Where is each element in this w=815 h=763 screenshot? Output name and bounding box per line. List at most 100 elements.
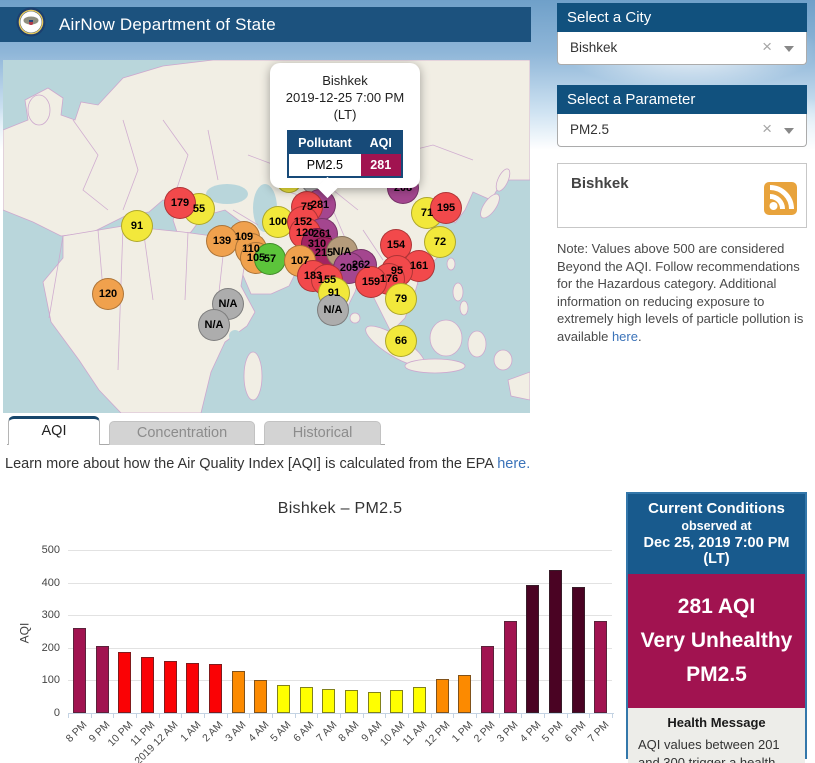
y-axis-title: AQI <box>17 623 31 644</box>
cc-health-header: Health Message <box>638 715 795 730</box>
chart-bar[interactable] <box>368 692 381 713</box>
x-axis-tick <box>159 714 160 718</box>
x-axis-tick <box>453 714 454 718</box>
map-marker-label: 154 <box>387 239 405 251</box>
map-marker-label: 75 <box>301 201 313 213</box>
grid-line <box>68 583 612 584</box>
cc-datetime: Dec 25, 2019 7:00 PM (LT) <box>630 535 803 567</box>
chart-bar[interactable] <box>458 675 471 713</box>
x-axis-tick <box>136 714 137 718</box>
chart-bar[interactable] <box>526 585 539 713</box>
chart-bar[interactable] <box>164 661 177 713</box>
popup-table: Pollutant AQI PM2.5 281 <box>287 130 403 178</box>
x-axis-tick <box>227 714 228 718</box>
map-marker-label: 66 <box>395 335 407 347</box>
x-axis-tick <box>385 714 386 718</box>
learn-more-here-link[interactable]: here. <box>497 456 530 472</box>
chart-bar[interactable] <box>186 663 199 713</box>
x-axis-tick <box>521 714 522 718</box>
parameter-panel-title: Select a Parameter <box>557 85 807 114</box>
parameter-caret-icon[interactable] <box>784 128 794 134</box>
cc-health-message: AQI values between 201 and 300 trigger a… <box>638 736 795 763</box>
y-axis-tick-label: 100 <box>20 674 60 686</box>
chart-bar[interactable] <box>436 679 449 713</box>
y-axis-tick-label: 0 <box>20 707 60 719</box>
note-period: . <box>638 329 642 344</box>
popup-pollutant-value: PM2.5 <box>288 154 360 177</box>
chart-bar[interactable] <box>322 689 335 713</box>
city-clear-icon[interactable]: × <box>762 37 772 57</box>
map-marker-label: 71 <box>421 207 433 219</box>
map-marker-label: N/A <box>324 304 343 316</box>
parameter-select-value: PM2.5 <box>570 122 609 137</box>
map-marker-label: 195 <box>437 202 455 214</box>
tab-concentration[interactable]: Concentration <box>109 421 255 445</box>
map-marker-label: N/A <box>333 246 352 258</box>
chart-bar[interactable] <box>572 587 585 713</box>
map-marker-label: 120 <box>99 288 117 300</box>
x-axis-tick <box>363 714 364 718</box>
chart-bar[interactable] <box>549 570 562 713</box>
y-axis-tick-label: 500 <box>20 544 60 556</box>
x-axis-tick <box>544 714 545 718</box>
x-axis-tick <box>567 714 568 718</box>
chart-bar[interactable] <box>345 690 358 713</box>
x-axis-tick <box>272 714 273 718</box>
tab-historical[interactable]: Historical <box>264 421 381 445</box>
chart-bar[interactable] <box>118 652 131 713</box>
popup-col-pollutant: Pollutant <box>288 131 360 154</box>
chart-bar[interactable] <box>277 685 290 713</box>
cc-health-block: Health Message AQI values between 201 an… <box>628 708 805 763</box>
beyond-aqi-note: Note: Values above 500 are considered Be… <box>557 240 809 345</box>
chart-bar[interactable] <box>594 621 607 713</box>
map-marker-label: 55 <box>193 203 205 215</box>
map-marker-label: 155 <box>318 274 336 286</box>
chart-bar[interactable] <box>413 687 426 713</box>
chart-bar[interactable] <box>504 621 517 713</box>
city-caret-icon[interactable] <box>784 46 794 52</box>
rss-icon[interactable] <box>764 182 797 220</box>
aqi-world-map[interactable]: 551799110010913911010557120N/AN/A2082817… <box>3 60 530 413</box>
cc-subtitle: observed at <box>630 519 803 533</box>
map-popup[interactable]: Bishkek 2019-12-25 7:00 PM (LT) Pollutan… <box>270 63 420 188</box>
chart-bar[interactable] <box>141 657 154 713</box>
rss-feed-box: Bishkek <box>557 163 807 228</box>
airnow-page: AirNow Department of State <box>0 0 815 763</box>
chart-bar[interactable] <box>390 690 403 713</box>
x-axis-tick <box>612 714 613 718</box>
current-conditions-panel: Current Conditions observed at Dec 25, 2… <box>626 492 807 759</box>
chart-bar[interactable] <box>254 680 267 713</box>
chart-bar[interactable] <box>73 628 86 713</box>
chart-bar[interactable] <box>232 671 245 713</box>
map-marker-label: 139 <box>213 235 231 247</box>
chart-bar[interactable] <box>209 664 222 713</box>
popup-datetime: 2019-12-25 7:00 PM (LT) <box>276 89 414 123</box>
parameter-select-dropdown[interactable]: PM2.5 × <box>557 114 807 147</box>
map-marker-label: 107 <box>291 255 309 267</box>
app-header: AirNow Department of State <box>0 7 531 42</box>
x-axis-tick <box>68 714 69 718</box>
map-marker-label: 57 <box>264 253 276 265</box>
current-conditions-header: Current Conditions observed at Dec 25, 2… <box>628 494 805 574</box>
map-marker-label: 79 <box>395 293 407 305</box>
x-axis-tick <box>295 714 296 718</box>
chart-title: Bishkek – PM2.5 <box>60 500 620 518</box>
chart-bar[interactable] <box>481 646 494 713</box>
note-here-link[interactable]: here <box>612 329 638 344</box>
map-marker-label: 91 <box>328 287 340 299</box>
tab-aqi[interactable]: AQI <box>8 416 100 445</box>
city-select-dropdown[interactable]: Bishkek × <box>557 32 807 65</box>
cc-aqi-category: Very Unhealthy <box>632 624 801 658</box>
cc-aqi-block: 281 AQI Very Unhealthy PM2.5 <box>628 574 805 708</box>
popup-col-aqi: AQI <box>361 131 402 154</box>
chart-bar[interactable] <box>300 687 313 713</box>
grid-line <box>68 550 612 551</box>
chart-bar[interactable] <box>96 646 109 713</box>
map-marker-label: 100 <box>269 216 287 228</box>
cc-aqi-parameter: PM2.5 <box>632 658 801 692</box>
map-marker-label: 109 <box>235 231 253 243</box>
map-marker-label: 281 <box>311 199 329 211</box>
parameter-clear-icon[interactable]: × <box>762 119 772 139</box>
y-axis-tick-label: 300 <box>20 609 60 621</box>
map-marker-label: 176 <box>380 273 398 285</box>
